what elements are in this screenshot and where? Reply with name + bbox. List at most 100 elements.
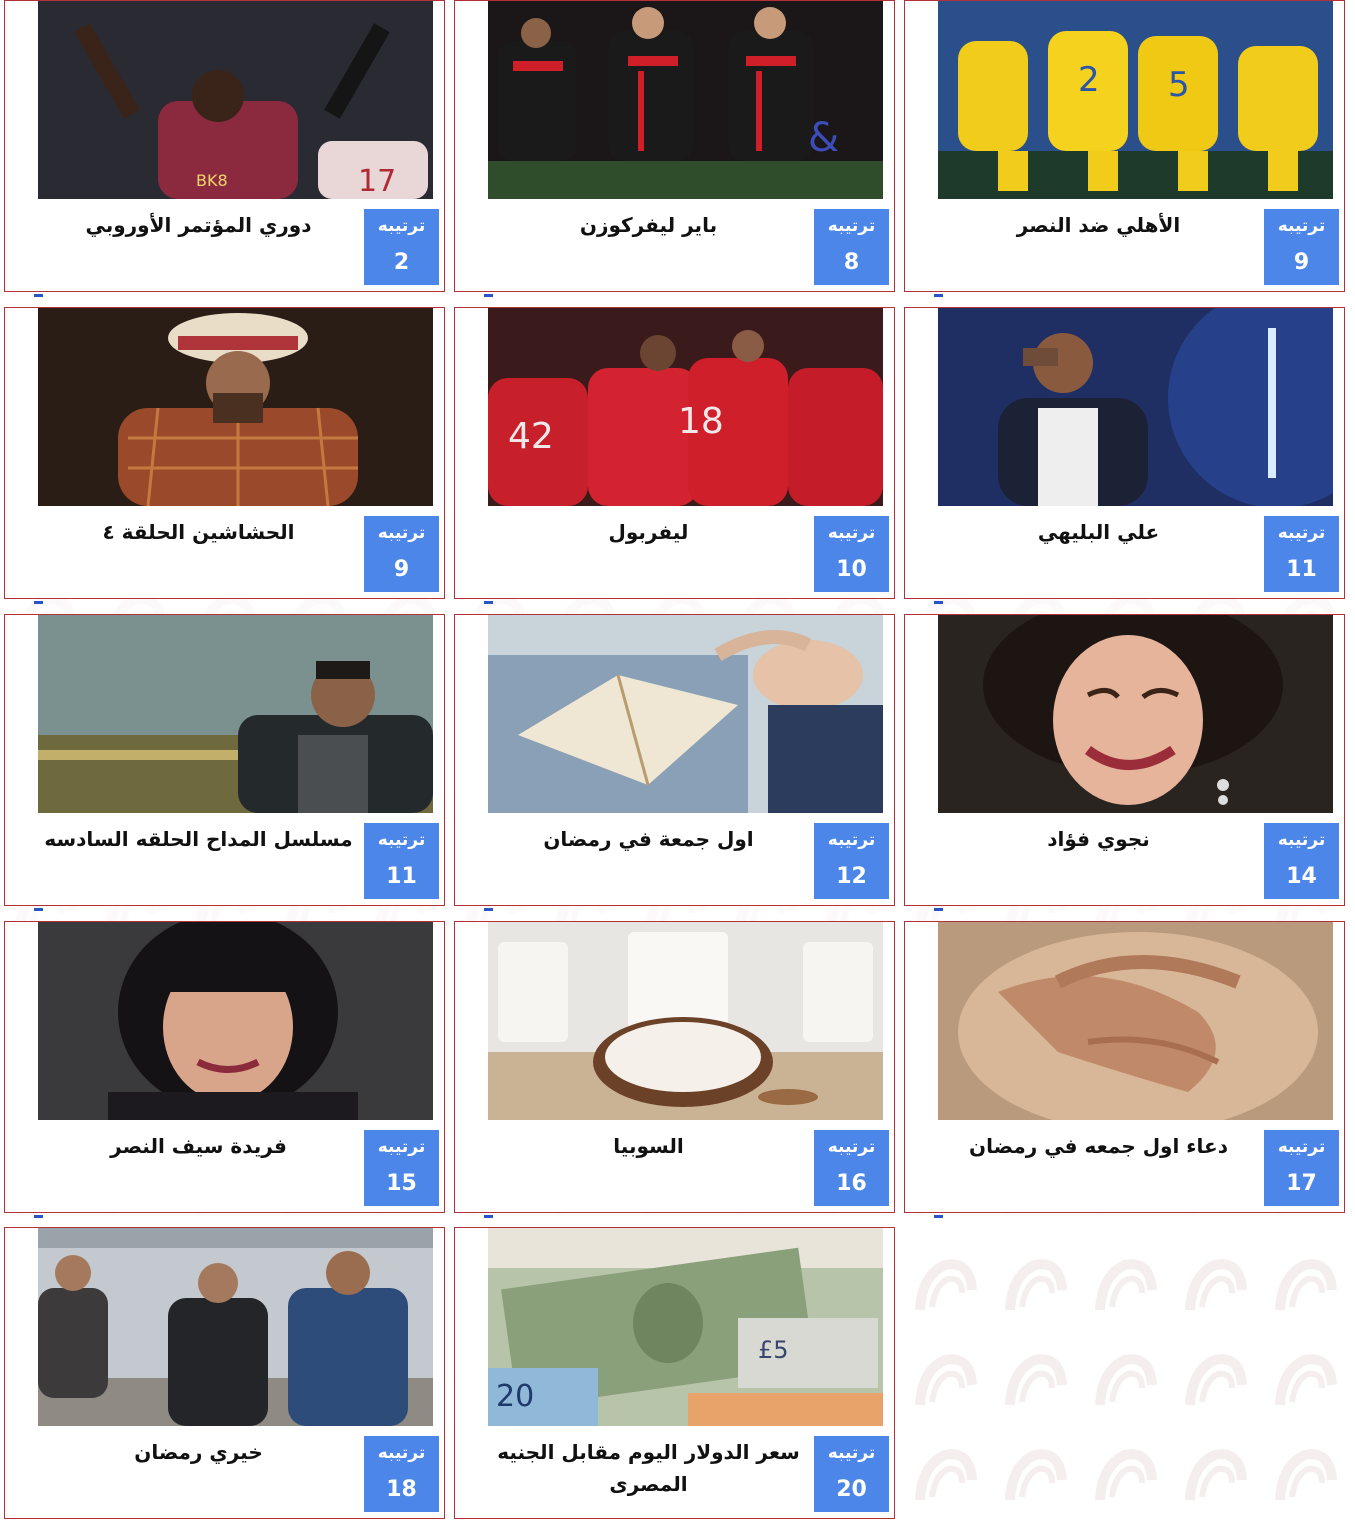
rank-number: 2 xyxy=(393,250,410,275)
rank-badge: ترتيبه 15 xyxy=(364,1130,439,1206)
rank-label: ترتيبه xyxy=(377,1443,426,1463)
svg-text:BK8: BK8 xyxy=(196,171,228,190)
link-underline xyxy=(484,908,493,911)
rank-label: ترتيبه xyxy=(827,1137,876,1157)
link-underline xyxy=(484,294,493,297)
rank-number: 9 xyxy=(393,557,410,582)
football-yellow-kits-image: 2 5 xyxy=(938,1,1333,199)
woman-portrait-image xyxy=(938,615,1333,813)
card-thumbnail[interactable]: £5 20 xyxy=(488,1228,883,1426)
card-title[interactable]: السوبيا xyxy=(488,1130,809,1162)
card-thumbnail[interactable] xyxy=(38,922,433,1120)
rank-label: ترتيبه xyxy=(1277,216,1326,236)
coconut-drink-image xyxy=(488,922,883,1120)
card-title[interactable]: علي البليهي xyxy=(938,516,1259,548)
card-title[interactable]: خيري رمضان xyxy=(38,1436,359,1468)
rank-badge: ترتيبه 9 xyxy=(1264,209,1339,285)
currency-banknotes-image: £5 20 xyxy=(488,1228,883,1426)
card-thumbnail[interactable]: 42 18 xyxy=(488,308,883,506)
card-thumbnail[interactable]: & xyxy=(488,1,883,199)
rank-number: 15 xyxy=(386,1171,417,1196)
ranking-card[interactable]: & باير ليفركوزن ترتيبه 8 xyxy=(454,0,895,297)
rank-number: 8 xyxy=(843,250,860,275)
card-title[interactable]: فريدة سيف النصر xyxy=(38,1130,359,1162)
rank-label: ترتيبه xyxy=(377,1137,426,1157)
svg-text:18: 18 xyxy=(678,401,724,442)
link-underline xyxy=(34,294,43,297)
link-underline xyxy=(34,1215,43,1218)
rank-number: 14 xyxy=(1286,864,1317,889)
card-thumbnail[interactable] xyxy=(488,615,883,813)
link-underline xyxy=(934,601,943,604)
card-title[interactable]: مسلسل المداح الحلقه السادسه xyxy=(38,823,359,855)
rank-number: 12 xyxy=(836,864,867,889)
rank-badge: ترتيبه 14 xyxy=(1264,823,1339,899)
link-underline xyxy=(484,1215,493,1218)
rank-number: 18 xyxy=(386,1477,417,1502)
rank-badge: ترتيبه 16 xyxy=(814,1130,889,1206)
card-title[interactable]: دعاء اول جمعه في رمضان xyxy=(938,1130,1259,1162)
card-title[interactable]: دوري المؤتمر الأوروبي xyxy=(38,209,359,241)
svg-text:17: 17 xyxy=(358,164,396,199)
rank-badge: ترتيبه 12 xyxy=(814,823,889,899)
svg-text:&: & xyxy=(808,115,839,161)
ranking-card[interactable]: نجوي فؤاد ترتيبه 14 xyxy=(904,614,1345,911)
ranking-card[interactable]: اول جمعة في رمضان ترتيبه 12 xyxy=(454,614,895,911)
drama-scene-image xyxy=(38,615,433,813)
football-red-black-kits-image: & xyxy=(488,1,883,199)
svg-text:42: 42 xyxy=(508,416,554,457)
card-thumbnail[interactable]: 2 5 xyxy=(938,1,1333,199)
ranking-card[interactable]: 2 5 الأهلي ضد النصر ترتيبه 9 xyxy=(904,0,1345,297)
rank-label: ترتيبه xyxy=(827,830,876,850)
svg-text:5: 5 xyxy=(1168,65,1190,105)
rank-number: 9 xyxy=(1293,250,1310,275)
card-title[interactable]: ليفربول xyxy=(488,516,809,548)
rank-label: ترتيبه xyxy=(827,216,876,236)
rank-label: ترتيبه xyxy=(827,523,876,543)
rank-label: ترتيبه xyxy=(377,830,426,850)
card-title[interactable]: نجوي فؤاد xyxy=(938,823,1259,855)
football-celebration-image: BK8 17 xyxy=(38,1,433,199)
drama-character-image xyxy=(38,308,433,506)
ranking-card[interactable]: فريدة سيف النصر ترتيبه 15 xyxy=(4,921,445,1218)
rank-number: 11 xyxy=(386,864,417,889)
rank-label: ترتيبه xyxy=(1277,1137,1326,1157)
card-title[interactable]: الحشاشين الحلقة ٤ xyxy=(38,516,359,548)
ranking-card[interactable]: BK8 17 دوري المؤتمر الأوروبي ترتيبه 2 xyxy=(4,0,445,297)
link-underline xyxy=(934,908,943,911)
prayer-quran-image xyxy=(488,615,883,813)
card-thumbnail[interactable] xyxy=(488,922,883,1120)
rank-badge: ترتيبه 18 xyxy=(364,1436,439,1512)
link-underline xyxy=(934,294,943,297)
card-thumbnail[interactable] xyxy=(38,308,433,506)
card-title[interactable]: باير ليفركوزن xyxy=(488,209,809,241)
football-red-kits-image: 42 18 xyxy=(488,308,883,506)
rank-badge: ترتيبه 17 xyxy=(1264,1130,1339,1206)
rank-label: ترتيبه xyxy=(1277,830,1326,850)
rank-badge: ترتيبه 11 xyxy=(364,823,439,899)
card-title[interactable]: الأهلي ضد النصر xyxy=(938,209,1259,241)
card-thumbnail[interactable] xyxy=(38,615,433,813)
rank-badge: ترتيبه 20 xyxy=(814,1436,889,1512)
card-thumbnail[interactable] xyxy=(938,308,1333,506)
card-thumbnail[interactable] xyxy=(38,1228,433,1426)
card-thumbnail[interactable] xyxy=(938,922,1333,1120)
ranking-card[interactable]: الحشاشين الحلقة ٤ ترتيبه 9 xyxy=(4,307,445,604)
rank-number: 10 xyxy=(836,557,867,582)
card-thumbnail[interactable]: BK8 17 xyxy=(38,1,433,199)
ranking-card[interactable]: علي البليهي ترتيبه 11 xyxy=(904,307,1345,604)
rank-label: ترتيبه xyxy=(377,523,426,543)
ranking-card[interactable]: مسلسل المداح الحلقه السادسه ترتيبه 11 xyxy=(4,614,445,911)
svg-text:20: 20 xyxy=(496,1379,534,1414)
ranking-card[interactable]: خيري رمضان ترتيبه 18 xyxy=(4,1227,445,1519)
svg-text:2: 2 xyxy=(1078,60,1100,100)
ranking-card[interactable]: دعاء اول جمعه في رمضان ترتيبه 17 xyxy=(904,921,1345,1218)
card-title[interactable]: سعر الدولار اليوم مقابل الجنيه المصرى xyxy=(488,1436,809,1500)
ranking-grid: 2 5 الأهلي ضد النصر ترتيبه 9 & باير ليفر… xyxy=(0,0,1355,1521)
ranking-card[interactable]: £5 20 سعر الدولار اليوم مقابل الجنيه الم… xyxy=(454,1227,895,1519)
card-title[interactable]: اول جمعة في رمضان xyxy=(488,823,809,855)
ranking-card[interactable]: 42 18 ليفربول ترتيبه 10 xyxy=(454,307,895,604)
praying-hands-image xyxy=(938,922,1333,1120)
card-thumbnail[interactable] xyxy=(938,615,1333,813)
ranking-card[interactable]: السوبيا ترتيبه 16 xyxy=(454,921,895,1218)
